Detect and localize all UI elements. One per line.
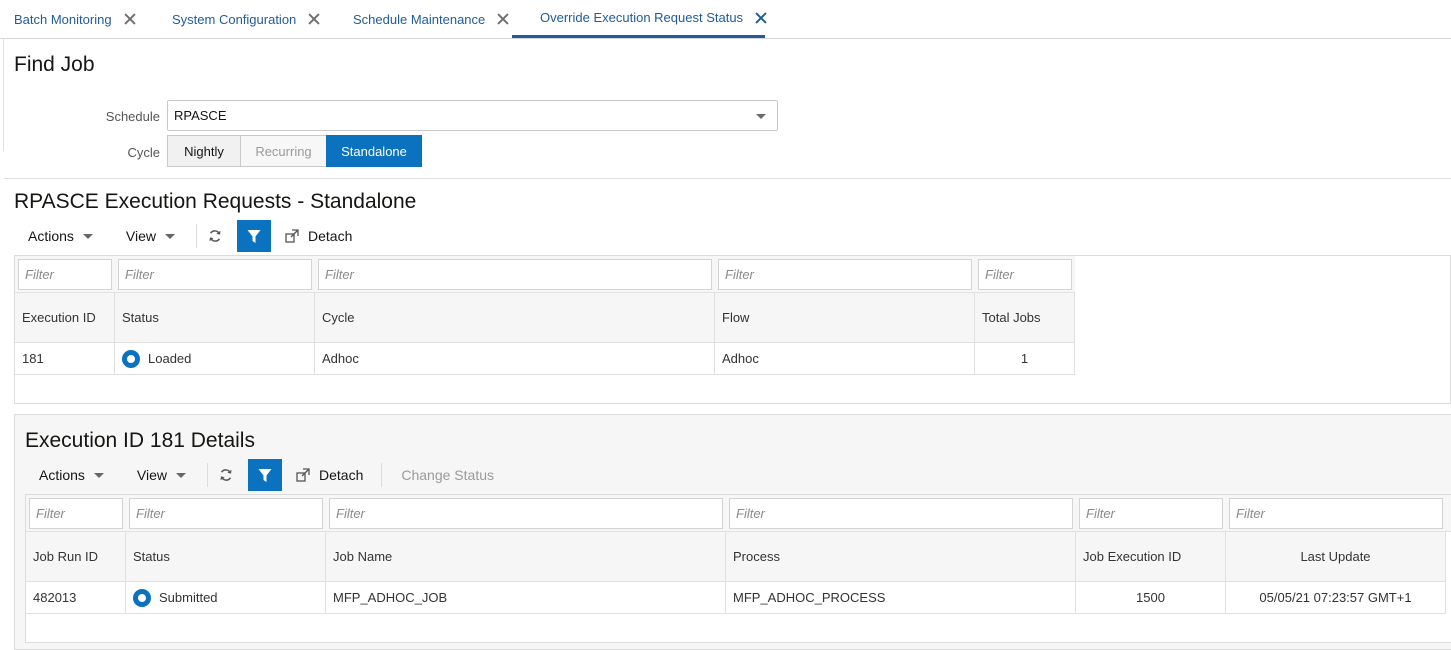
tab-label: Override Execution Request Status xyxy=(540,10,744,25)
table-cell-last-update[interactable]: 05/05/21 07:23:57 GMT+1 xyxy=(1226,582,1446,614)
change-status-button[interactable]: Change Status xyxy=(401,467,494,483)
column-header-total-jobs[interactable]: Total Jobs xyxy=(975,293,1075,343)
table-cell-process[interactable]: MFP_ADHOC_PROCESS xyxy=(726,582,1076,614)
filter-toggle-button[interactable] xyxy=(237,220,272,252)
table-cell-execution-id[interactable]: 181 xyxy=(15,343,115,375)
table-cell-job-run-id[interactable]: 482013 xyxy=(26,582,126,614)
refresh-icon[interactable] xyxy=(203,224,227,248)
table-cell-status[interactable]: Loaded xyxy=(115,343,315,375)
filter-input-cycle[interactable]: Filter xyxy=(318,259,712,290)
column-header-last-update[interactable]: Last Update xyxy=(1226,532,1446,582)
table-cell-cycle[interactable]: Adhoc xyxy=(315,343,715,375)
filter-input-status[interactable]: Filter xyxy=(129,498,323,529)
table-cell-status[interactable]: Submitted xyxy=(126,582,326,614)
tab-label: Batch Monitoring xyxy=(14,11,112,27)
schedule-label: Schedule xyxy=(105,109,160,124)
toolbar-separator xyxy=(381,463,383,487)
close-icon[interactable] xyxy=(124,13,136,25)
chevron-down-icon xyxy=(756,114,766,119)
cycle-label: Cycle xyxy=(127,145,160,160)
actions-label: Actions xyxy=(28,228,74,244)
column-header-process[interactable]: Process xyxy=(726,532,1076,582)
view-menu[interactable]: View xyxy=(125,228,176,244)
view-menu[interactable]: View xyxy=(136,467,187,483)
requests-toolbar: Actions View Detach xyxy=(28,220,352,252)
tab-schedule-maintenance[interactable]: Schedule Maintenance xyxy=(339,0,509,38)
left-divider xyxy=(0,39,4,151)
filter-input-status[interactable]: Filter xyxy=(118,259,312,290)
filter-input-last-update[interactable]: Filter xyxy=(1229,498,1443,529)
table-cell-job-execution-id[interactable]: 1500 xyxy=(1076,582,1226,614)
detach-button[interactable]: Detach xyxy=(285,228,352,244)
column-header-cycle[interactable]: Cycle xyxy=(315,293,715,343)
status-icon xyxy=(122,349,140,368)
detach-icon xyxy=(296,468,310,482)
tab-batch-monitoring[interactable]: Batch Monitoring xyxy=(0,0,136,38)
filter-input-flow[interactable]: Filter xyxy=(718,259,972,290)
details-title: Execution ID 181 Details xyxy=(25,429,255,452)
filter-input-job-run-id[interactable]: Filter xyxy=(29,498,123,529)
view-label: View xyxy=(136,467,168,483)
close-icon[interactable] xyxy=(497,13,509,25)
detach-button[interactable]: Detach xyxy=(296,467,363,483)
filter-input-execution-id[interactable]: Filter xyxy=(18,259,112,290)
actions-menu[interactable]: Actions xyxy=(28,228,93,244)
cycle-standalone-button[interactable]: Standalone xyxy=(326,135,422,167)
table-cell-total-jobs[interactable]: 1 xyxy=(975,343,1075,375)
close-icon[interactable] xyxy=(755,12,765,24)
view-label: View xyxy=(125,228,157,244)
column-header-job-execution-id[interactable]: Job Execution ID xyxy=(1076,532,1226,582)
toolbar-separator xyxy=(196,224,198,248)
column-header-job-name[interactable]: Job Name xyxy=(326,532,726,582)
tab-system-configuration[interactable]: System Configuration xyxy=(158,0,320,38)
details-toolbar: Actions View Detach Change Status xyxy=(39,459,494,491)
filter-icon xyxy=(258,468,272,482)
detach-icon xyxy=(285,229,299,243)
cycle-segmented-control: Nightly Recurring Standalone xyxy=(167,135,422,167)
find-job-title: Find Job xyxy=(14,53,95,76)
requests-table: Filter Filter Filter Filter Filter Execu… xyxy=(14,255,1451,404)
schedule-value: RPASCE xyxy=(174,108,227,123)
table-cell-flow[interactable]: Adhoc xyxy=(715,343,975,375)
filter-input-job-name[interactable]: Filter xyxy=(329,498,723,529)
status-text: Loaded xyxy=(148,351,192,366)
column-header-status[interactable]: Status xyxy=(115,293,315,343)
tab-label: Schedule Maintenance xyxy=(353,11,486,27)
filter-row: Filter Filter Filter Filter Filter Filte… xyxy=(26,495,1451,532)
tab-label: System Configuration xyxy=(172,11,297,27)
status-text: Submitted xyxy=(159,590,218,605)
actions-menu[interactable]: Actions xyxy=(39,467,104,483)
chevron-down-icon xyxy=(82,233,93,239)
filter-input-job-execution-id[interactable]: Filter xyxy=(1079,498,1223,529)
status-icon xyxy=(133,588,151,607)
filter-toggle-button[interactable] xyxy=(248,459,283,491)
cycle-recurring-button[interactable]: Recurring xyxy=(240,135,326,167)
detach-label: Detach xyxy=(308,228,353,244)
requests-title: RPASCE Execution Requests - Standalone xyxy=(14,190,417,213)
close-icon[interactable] xyxy=(308,13,320,25)
tab-override-execution-request-status[interactable]: Override Execution Request Status xyxy=(512,0,765,38)
filter-input-total-jobs[interactable]: Filter xyxy=(978,259,1072,290)
column-header-flow[interactable]: Flow xyxy=(715,293,975,343)
detach-label: Detach xyxy=(319,467,364,483)
schedule-select[interactable]: RPASCE xyxy=(167,100,778,131)
chevron-down-icon xyxy=(93,472,104,478)
toolbar-separator xyxy=(207,463,209,487)
column-header-execution-id[interactable]: Execution ID xyxy=(15,293,115,343)
cycle-nightly-button[interactable]: Nightly xyxy=(167,135,240,167)
chevron-down-icon xyxy=(176,472,187,478)
refresh-icon[interactable] xyxy=(214,463,238,487)
details-table: Filter Filter Filter Filter Filter Filte… xyxy=(25,494,1451,643)
tab-bar: Batch Monitoring System Configuration Sc… xyxy=(0,0,1451,39)
filter-input-process[interactable]: Filter xyxy=(729,498,1073,529)
filter-icon xyxy=(247,229,261,243)
actions-label: Actions xyxy=(39,467,85,483)
chevron-down-icon xyxy=(165,233,176,239)
table-cell-job-name[interactable]: MFP_ADHOC_JOB xyxy=(326,582,726,614)
column-header-job-run-id[interactable]: Job Run ID xyxy=(26,532,126,582)
column-header-status[interactable]: Status xyxy=(126,532,326,582)
filter-row: Filter Filter Filter Filter Filter xyxy=(15,256,1075,293)
divider xyxy=(4,178,1451,179)
